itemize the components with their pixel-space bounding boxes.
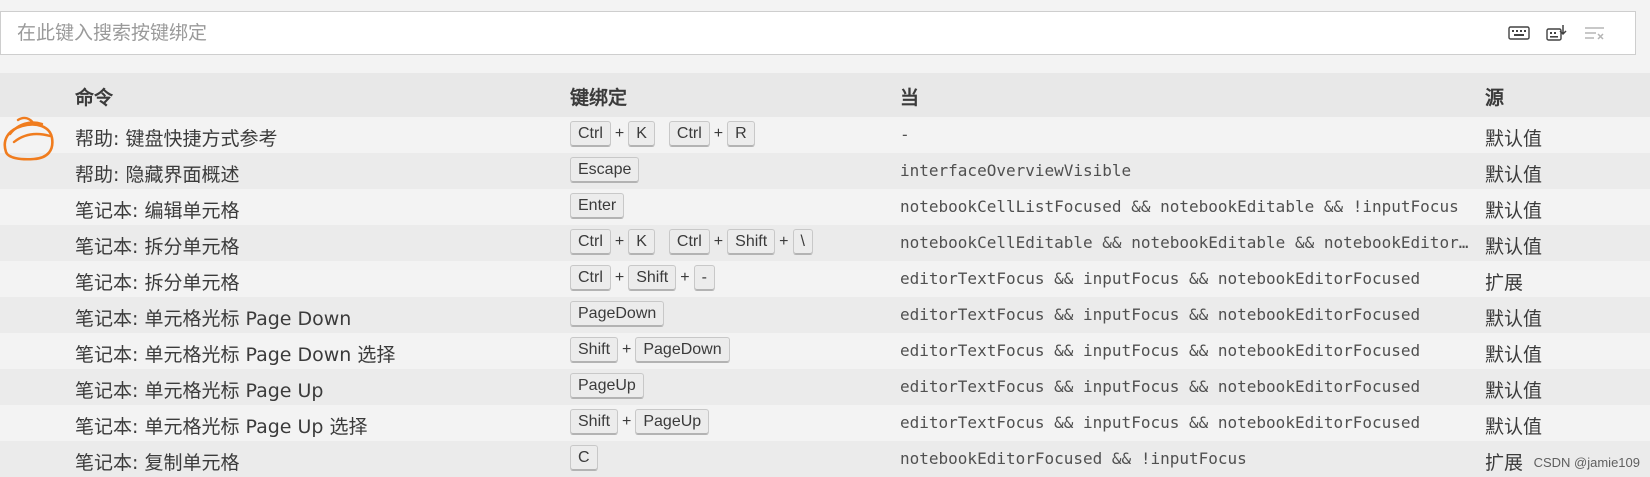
key-cap: Shift: [727, 229, 775, 255]
key-plus: +: [622, 341, 631, 359]
source-cell: 默认值: [1485, 412, 1542, 439]
header-command[interactable]: 命令: [75, 83, 113, 110]
key-plus: +: [680, 269, 689, 287]
source-cell: 默认值: [1485, 340, 1542, 367]
when-cell: notebookCellListFocused && notebookEdita…: [900, 197, 1470, 216]
key-cap: Ctrl: [669, 229, 710, 255]
key-cap: PageDown: [635, 337, 729, 363]
when-cell: editorTextFocus && inputFocus && noteboo…: [900, 341, 1470, 360]
table-row[interactable]: 笔记本: 单元格光标 Page Down 选择 Shift+PageDown edi…: [0, 333, 1650, 369]
key-cap: \: [793, 229, 813, 255]
key-cap: Shift: [628, 265, 676, 291]
keybinding-cell[interactable]: Ctrl+KCtrl+R: [570, 121, 755, 147]
record-keys-button[interactable]: [1507, 21, 1531, 45]
command-cell: 笔记本: 单元格光标 Page Up: [75, 376, 324, 403]
table-row[interactable]: 笔记本: 拆分单元格Ctrl+Shift+-editorTextFocus &&…: [0, 261, 1650, 297]
source-cell: 默认值: [1485, 160, 1542, 187]
search-actions: [1507, 12, 1607, 54]
watermark: CSDN @jamie109: [1534, 455, 1640, 470]
key-cap: Shift: [570, 409, 618, 435]
key-plus: +: [714, 125, 723, 143]
key-cap: Shift: [570, 337, 618, 363]
table-header: 命令 键绑定 当 源: [0, 73, 1650, 117]
command-cell: 笔记本: 单元格光标 Page Down: [75, 304, 351, 331]
table-row[interactable]: 笔记本: 拆分单元格Ctrl+KCtrl+Shift+\notebookCell…: [0, 225, 1650, 261]
key-cap: K: [628, 121, 655, 147]
header-source[interactable]: 源: [1485, 83, 1504, 110]
header-keybinding[interactable]: 键绑定: [570, 83, 627, 110]
keybindings-table: 命令 键绑定 当 源 帮助: 键盘快捷方式参考Ctrl+KCtrl+R-默认值帮…: [0, 73, 1650, 477]
keybinding-cell[interactable]: PageUp: [570, 373, 644, 399]
clear-filter-icon: [1584, 25, 1606, 41]
source-cell: 默认值: [1485, 124, 1542, 151]
keybinding-cell[interactable]: Escape: [570, 157, 639, 183]
source-cell: 默认值: [1485, 196, 1542, 223]
keybinding-cell[interactable]: Enter: [570, 193, 624, 219]
command-cell: 笔记本: 编辑单元格: [75, 196, 239, 223]
key-cap: Ctrl: [669, 121, 710, 147]
keybinding-cell[interactable]: Ctrl+Shift+-: [570, 265, 715, 291]
key-cap: PageUp: [570, 373, 644, 399]
command-cell: 笔记本: 拆分单元格: [75, 268, 239, 295]
command-cell: 笔记本: 单元格光标 Page Down 选择: [75, 340, 395, 367]
key-plus: +: [615, 125, 624, 143]
table-row[interactable]: 帮助: 隐藏界面概述 Escape interfaceOverviewVisible…: [0, 153, 1650, 189]
source-cell: 默认值: [1485, 376, 1542, 403]
sort-by-precedence-icon: [1546, 23, 1568, 43]
keybinding-cell[interactable]: Shift+PageDown: [570, 337, 730, 363]
keybinding-cell[interactable]: PageDown: [570, 301, 664, 327]
key-cap: -: [694, 265, 715, 291]
command-cell: 笔记本: 复制单元格: [75, 448, 239, 475]
key-cap: PageUp: [635, 409, 709, 435]
clear-search-button[interactable]: [1583, 21, 1607, 45]
key-plus: +: [714, 233, 723, 251]
table-row[interactable]: 笔记本: 编辑单元格 Enter notebookCellListFocused &…: [0, 189, 1650, 225]
key-cap: Ctrl: [570, 265, 611, 291]
source-cell: 扩展: [1485, 448, 1523, 475]
key-cap: Ctrl: [570, 229, 611, 255]
keyboard-icon: [1508, 25, 1530, 41]
when-cell: notebookEditorFocused && !inputFocus: [900, 449, 1470, 468]
key-cap: Enter: [570, 193, 624, 219]
keybinding-cell[interactable]: Shift+PageUp: [570, 409, 709, 435]
table-row[interactable]: 帮助: 键盘快捷方式参考Ctrl+KCtrl+R-默认值: [0, 117, 1650, 153]
key-plus: +: [622, 413, 631, 431]
table-body: 帮助: 键盘快捷方式参考Ctrl+KCtrl+R-默认值帮助: 隐藏界面概述Es…: [0, 117, 1650, 477]
when-cell: editorTextFocus && inputFocus && noteboo…: [900, 413, 1470, 432]
table-row[interactable]: 笔记本: 单元格光标 Page Up 选择 Shift+PageUp editorT…: [0, 405, 1650, 441]
sort-precedence-button[interactable]: [1545, 21, 1569, 45]
keybinding-cell[interactable]: C: [570, 445, 598, 471]
when-cell: editorTextFocus && inputFocus && noteboo…: [900, 305, 1470, 324]
key-plus: +: [615, 269, 624, 287]
when-cell: -: [900, 125, 1470, 144]
table-row[interactable]: 笔记本: 单元格光标 Page Down PageDown editorTextFo…: [0, 297, 1650, 333]
key-cap: K: [628, 229, 655, 255]
table-row[interactable]: 笔记本: 复制单元格 CnotebookEditorFocused && !inp…: [0, 441, 1650, 477]
command-cell: 帮助: 键盘快捷方式参考: [75, 124, 277, 151]
source-cell: 扩展: [1485, 268, 1523, 295]
search-input[interactable]: [1, 12, 1481, 54]
key-cap: PageDown: [570, 301, 664, 327]
when-cell: notebookCellEditable && notebookEditable…: [900, 233, 1470, 252]
annotation-scribble: [0, 112, 60, 168]
command-cell: 笔记本: 拆分单元格: [75, 232, 239, 259]
key-plus: +: [779, 233, 788, 251]
keybinding-cell[interactable]: Ctrl+KCtrl+Shift+\: [570, 229, 813, 255]
command-cell: 帮助: 隐藏界面概述: [75, 160, 239, 187]
key-cap: R: [727, 121, 755, 147]
when-cell: interfaceOverviewVisible: [900, 161, 1470, 180]
key-plus: +: [615, 233, 624, 251]
table-row[interactable]: 笔记本: 单元格光标 Page Up PageUp editorTextFocus …: [0, 369, 1650, 405]
key-cap: C: [570, 445, 598, 471]
when-cell: editorTextFocus && inputFocus && noteboo…: [900, 377, 1470, 396]
key-cap: Ctrl: [570, 121, 611, 147]
source-cell: 默认值: [1485, 304, 1542, 331]
header-when[interactable]: 当: [900, 83, 919, 110]
search-box[interactable]: [0, 11, 1636, 55]
key-cap: Escape: [570, 157, 639, 183]
when-cell: editorTextFocus && inputFocus && noteboo…: [900, 269, 1470, 288]
source-cell: 默认值: [1485, 232, 1542, 259]
command-cell: 笔记本: 单元格光标 Page Up 选择: [75, 412, 368, 439]
